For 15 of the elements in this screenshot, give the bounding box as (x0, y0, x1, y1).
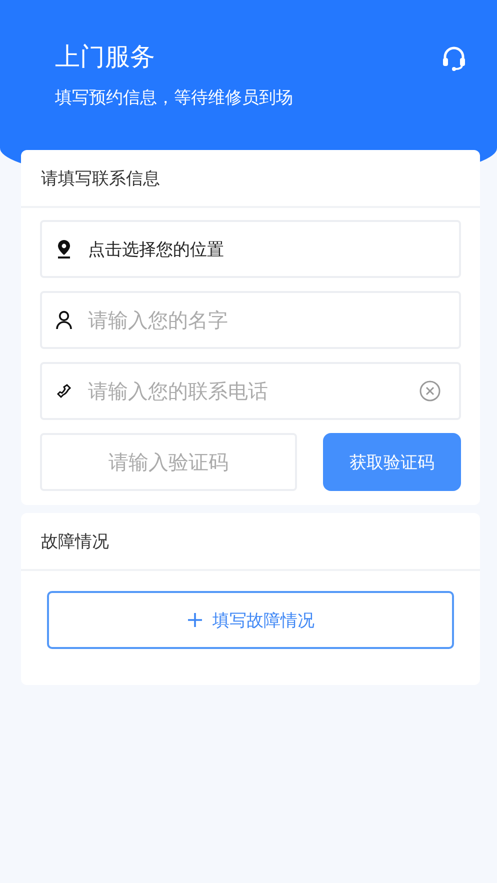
clear-icon[interactable] (419, 380, 441, 402)
person-icon (54, 310, 74, 330)
page-subtitle: 填写预约信息，等待维修员到场 (55, 87, 293, 109)
phone-icon (54, 381, 74, 401)
location-selector[interactable]: 点击选择您的位置 (40, 220, 461, 278)
plus-icon (186, 612, 202, 628)
headset-icon[interactable] (441, 45, 467, 71)
add-fault-button[interactable]: 填写故障情况 (47, 591, 454, 649)
code-field[interactable]: 请输入验证码 (40, 433, 297, 491)
page-title: 上门服务 (55, 41, 156, 73)
section-title: 故障情况 (21, 513, 480, 571)
get-code-button[interactable]: 获取验证码 (323, 433, 461, 491)
input-field[interactable]: 请输入您的联系电话 (40, 362, 461, 420)
section-title: 请填写联系信息 (21, 150, 480, 208)
input-field[interactable]: 请输入您的名字 (40, 291, 461, 349)
